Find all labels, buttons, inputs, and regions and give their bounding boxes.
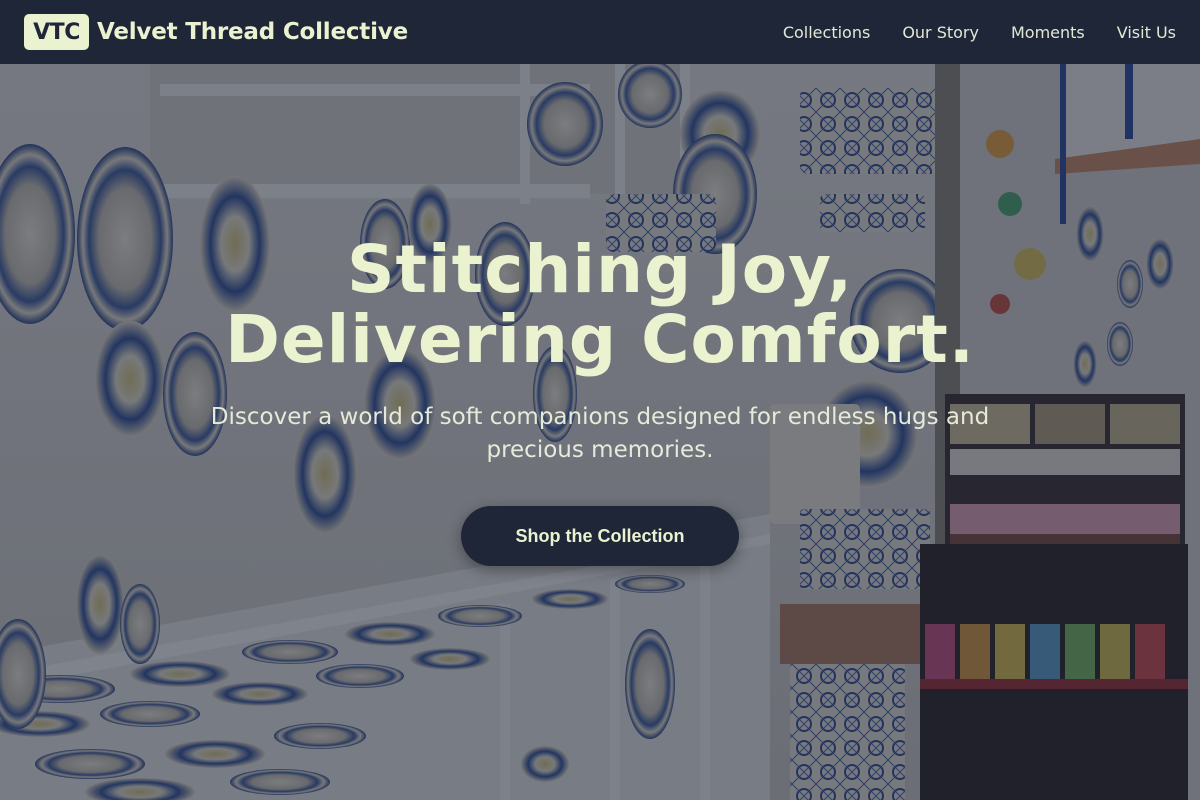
main-nav: Collections Our Story Moments Visit Us: [783, 23, 1176, 42]
hero-title-line-2: Delivering Comfort.: [225, 301, 975, 378]
hero-title: Stitching Joy, Delivering Comfort.: [0, 235, 1200, 375]
nav-link-collections[interactable]: Collections: [783, 23, 870, 42]
hero-section: Stitching Joy, Delivering Comfort. Disco…: [0, 64, 1200, 800]
hero-subtitle: Discover a world of soft companions desi…: [210, 404, 990, 463]
hero-content: Stitching Joy, Delivering Comfort. Disco…: [0, 64, 1200, 800]
site-header: VTC Velvet Thread Collective Collections…: [0, 0, 1200, 64]
shop-collection-button[interactable]: Shop the Collection: [461, 506, 739, 566]
nav-link-visit-us[interactable]: Visit Us: [1117, 23, 1176, 42]
brand-logo[interactable]: VTC Velvet Thread Collective: [24, 14, 408, 50]
logo-badge: VTC: [24, 14, 89, 50]
nav-link-moments[interactable]: Moments: [1011, 23, 1085, 42]
hero-title-line-1: Stitching Joy,: [346, 231, 854, 308]
nav-link-our-story[interactable]: Our Story: [902, 23, 979, 42]
brand-name: Velvet Thread Collective: [97, 19, 408, 45]
